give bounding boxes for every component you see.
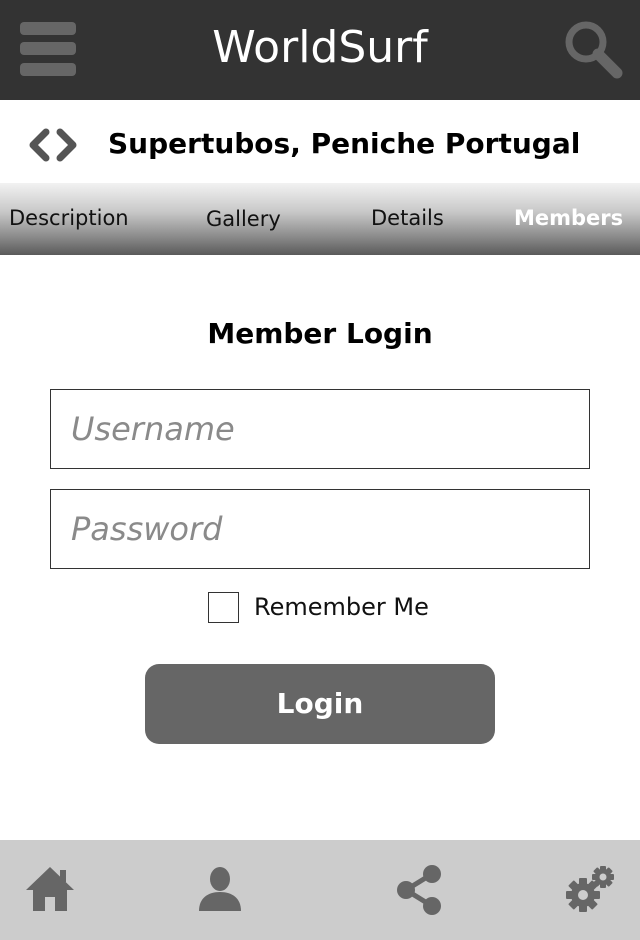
tab-details[interactable]: Details (371, 203, 444, 233)
app-title: WorldSurf (212, 22, 428, 73)
password-input[interactable] (51, 490, 589, 568)
bottom-nav-bar (0, 840, 640, 940)
tab-gallery[interactable]: Gallery (206, 204, 281, 234)
chevron-right-icon[interactable] (54, 126, 80, 164)
login-button[interactable]: Login (145, 664, 495, 744)
home-icon[interactable] (24, 864, 76, 916)
share-icon[interactable] (394, 864, 446, 916)
location-header: Supertubos, Peniche Portugal (0, 100, 640, 184)
password-field (50, 489, 590, 569)
username-input[interactable] (51, 390, 589, 468)
search-icon[interactable] (562, 18, 624, 80)
app-screen: WorldSurf Supertubos, Peniche Portugal D… (0, 0, 640, 940)
remember-me-checkbox[interactable] (208, 592, 239, 623)
user-profile-icon[interactable] (194, 864, 246, 916)
tab-description[interactable]: Description (9, 203, 129, 233)
settings-gears-icon[interactable] (564, 864, 616, 916)
tab-bar: Description Gallery Details Members (0, 183, 640, 255)
location-title: Supertubos, Peniche Portugal (108, 127, 581, 160)
location-nav-arrows (26, 126, 82, 164)
remember-me-label: Remember Me (254, 593, 429, 621)
chevron-left-icon[interactable] (26, 126, 52, 164)
top-app-bar: WorldSurf (0, 0, 640, 100)
tab-members[interactable]: Members (514, 203, 623, 233)
login-heading: Member Login (207, 317, 433, 350)
username-field (50, 389, 590, 469)
